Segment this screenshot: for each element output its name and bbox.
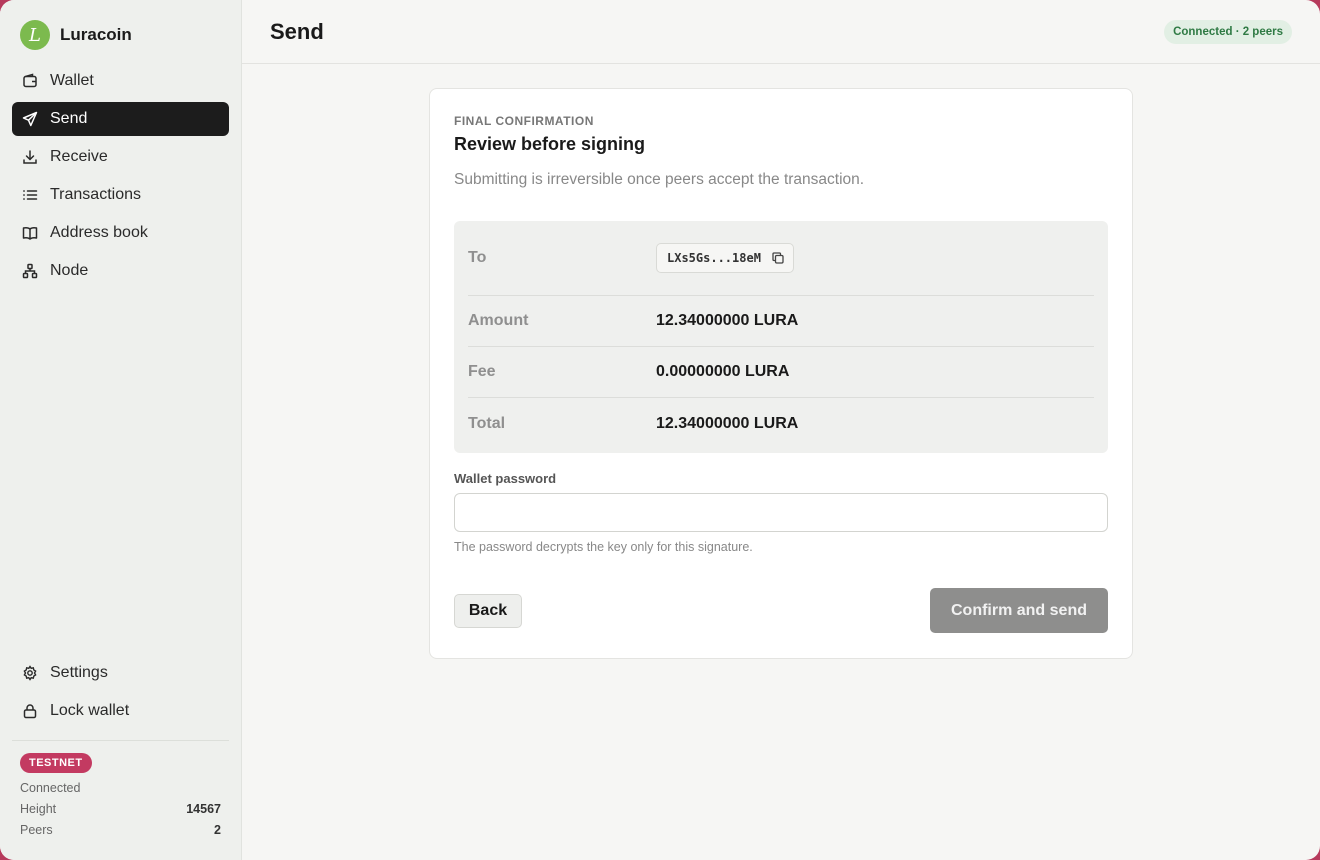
nav-item-settings[interactable]: Settings xyxy=(12,656,229,690)
nav-item-label: Settings xyxy=(50,664,108,681)
review-row-to: To LXs5Gs...18eM xyxy=(468,221,1094,296)
download-icon xyxy=(22,149,38,165)
height-value: 14567 xyxy=(186,802,221,816)
main-nav: Wallet Send Receive Transactions Address… xyxy=(12,64,229,292)
nav-item-label: Receive xyxy=(50,148,108,165)
copy-icon[interactable] xyxy=(771,251,785,265)
nav-item-transactions[interactable]: Transactions xyxy=(12,178,229,212)
review-value: 0.00000000 LURA xyxy=(656,363,790,380)
nav-item-label: Address book xyxy=(50,224,148,241)
nav-item-label: Transactions xyxy=(50,186,141,203)
nav-item-label: Node xyxy=(50,262,89,279)
nav-item-send[interactable]: Send xyxy=(12,102,229,136)
wallet-password-input[interactable] xyxy=(454,493,1108,532)
connection-status: Connected xyxy=(20,781,81,795)
nav-item-receive[interactable]: Receive xyxy=(12,140,229,174)
lock-icon xyxy=(22,703,38,719)
review-row-total: Total 12.34000000 LURA xyxy=(468,398,1094,449)
wallet-icon xyxy=(22,73,38,89)
top-bar: Send Connected · 2 peers xyxy=(242,0,1320,64)
review-summary: To LXs5Gs...18eM Amount 12.34000000 LURA… xyxy=(454,221,1108,453)
review-label: Total xyxy=(468,414,506,432)
gear-icon xyxy=(22,665,38,681)
sidebar: L Luracoin Wallet Send Receive Transacti… xyxy=(0,0,242,860)
confirm-and-send-button[interactable]: Confirm and send xyxy=(930,588,1108,633)
app-window: L Luracoin Wallet Send Receive Transacti… xyxy=(0,0,1320,860)
password-label: Wallet password xyxy=(454,471,557,486)
brand: L Luracoin xyxy=(20,20,132,50)
nav-item-lock-wallet[interactable]: Lock wallet xyxy=(12,694,229,728)
send-icon xyxy=(22,111,38,127)
network-icon xyxy=(22,263,38,279)
confirmation-card: FINAL CONFIRMATION Review before signing… xyxy=(429,88,1133,659)
card-subtitle: Submitting is irreversible once peers ac… xyxy=(454,171,865,188)
review-label: Amount xyxy=(468,312,529,329)
nav-item-address-book[interactable]: Address book xyxy=(12,216,229,250)
main-content: Send Connected · 2 peers FINAL CONFIRMAT… xyxy=(242,0,1320,860)
recipient-address: LXs5Gs...18eM xyxy=(667,251,761,265)
luracoin-logo: L xyxy=(20,20,50,50)
recipient-address-chip: LXs5Gs...18eM xyxy=(656,243,794,273)
page-title: Send xyxy=(270,19,324,44)
book-icon xyxy=(22,225,38,241)
peers-value: 2 xyxy=(214,823,221,837)
back-button[interactable]: Back xyxy=(454,594,522,628)
nav-item-node[interactable]: Node xyxy=(12,254,229,288)
nav-item-label: Lock wallet xyxy=(50,702,130,719)
testnet-badge: TESTNET xyxy=(20,753,92,773)
password-help-text: The password decrypts the key only for t… xyxy=(454,540,753,554)
peers-row: Peers 2 xyxy=(20,823,221,837)
card-eyebrow: FINAL CONFIRMATION xyxy=(454,114,594,128)
nav-item-label: Wallet xyxy=(50,72,94,89)
sidebar-divider xyxy=(12,740,229,741)
review-value: 12.34000000 LURA xyxy=(656,414,799,432)
card-title: Review before signing xyxy=(454,134,646,154)
review-value: 12.34000000 LURA xyxy=(656,312,799,329)
nav-item-wallet[interactable]: Wallet xyxy=(12,64,229,98)
review-row-amount: Amount 12.34000000 LURA xyxy=(468,296,1094,347)
app-name: Luracoin xyxy=(60,25,132,44)
height-label: Height xyxy=(20,802,57,816)
height-row: Height 14567 xyxy=(20,802,221,816)
nav-item-label: Send xyxy=(50,110,88,127)
network-status: TESTNET Connected Height 14567 Peers 2 xyxy=(20,753,221,837)
bottom-nav: Settings Lock wallet xyxy=(12,656,229,732)
list-icon xyxy=(22,187,38,203)
peers-label: Peers xyxy=(20,823,53,837)
connection-badge: Connected · 2 peers xyxy=(1164,20,1292,44)
review-label: Fee xyxy=(468,363,496,380)
review-label: To xyxy=(468,249,487,266)
review-row-fee: Fee 0.00000000 LURA xyxy=(468,347,1094,398)
